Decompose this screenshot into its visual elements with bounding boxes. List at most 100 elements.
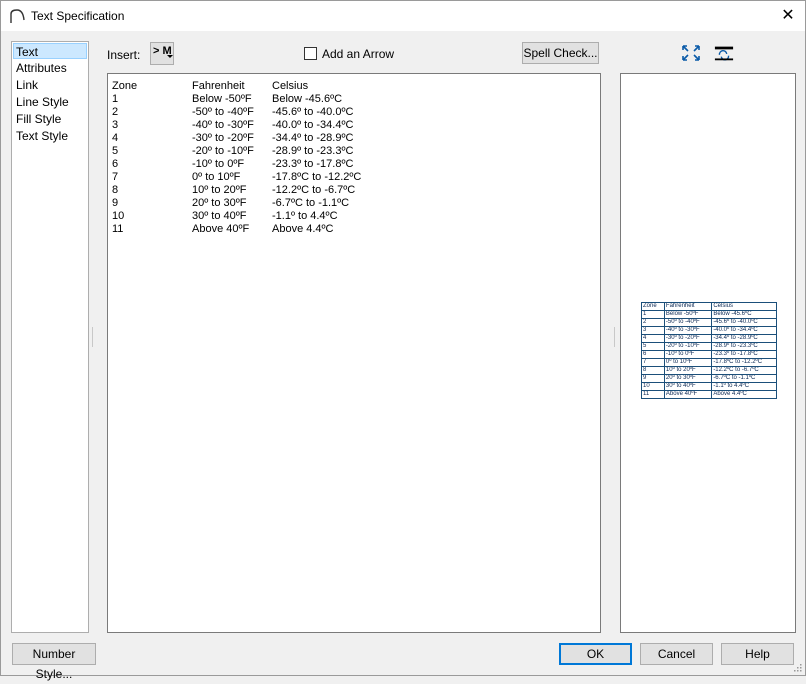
preview-zone-cell: 1 (641, 310, 665, 319)
add-arrow-checkbox[interactable] (304, 47, 317, 60)
celsius-cell: -1.1º to 4.4ºC (272, 210, 338, 222)
fahrenheit-cell: -30º to -20ºF (192, 132, 254, 144)
text-editor[interactable]: Zone Fahrenheit Celsius 1 Below -50ºF Below -… (107, 73, 601, 633)
preview-celsius-cell: -28.9º to -23.3ºC (711, 342, 777, 351)
celsius-cell: -45.6º to -40.0ºC (272, 106, 354, 118)
celsius-cell: -6.7ºC to -1.1ºC (272, 197, 350, 209)
preview-zone-cell: 4 (641, 334, 665, 343)
title-bar: Text Specification ✕ (1, 1, 805, 31)
insert-label: Insert: (107, 48, 141, 62)
celsius-cell: -17.8ºC to -12.2ºC (272, 171, 362, 183)
zone-cell: 1 (112, 93, 119, 105)
preview-zone-cell: 3 (641, 326, 665, 335)
fit-to-window-icon[interactable] (681, 44, 701, 62)
help-button[interactable]: Help (721, 643, 794, 665)
celsius-cell: -34.4º to -28.9ºC (272, 132, 354, 144)
preview-fahrenheit-cell: -40º to -30ºF (663, 326, 713, 335)
zone-cell: 6 (112, 158, 119, 170)
preview-fahrenheit-cell: 30º to 40ºF (663, 382, 713, 391)
ok-button[interactable]: OK (559, 643, 632, 665)
nav-item-text-style[interactable]: Text Style (14, 128, 88, 144)
preview-row: 8 10º to 20ºF -12.2ºC to -6.7ºC (641, 366, 777, 375)
celsius-cell: Celsius (272, 80, 309, 92)
preview-fahrenheit-cell: -50º to -40ºF (663, 318, 713, 327)
preview-celsius-cell: -34.4º to -28.9ºC (711, 334, 777, 343)
zone-cell: 4 (112, 132, 119, 144)
preview-row: 7 0º to 10ºF -17.8ºC to -12.2ºC (641, 358, 777, 367)
preview-celsius-cell: -1.1º to 4.4ºC (711, 382, 777, 391)
fahrenheit-cell: Below -50ºF (192, 93, 252, 105)
fahrenheit-cell: -20º to -10ºF (192, 145, 254, 157)
nav-item-fill-style[interactable]: Fill Style (14, 111, 88, 127)
right-splitter[interactable] (614, 327, 618, 347)
celsius-cell: -23.3º to -17.8ºC (272, 158, 354, 170)
fahrenheit-cell: 30º to 40ºF (192, 210, 247, 222)
zone-cell: 8 (112, 184, 119, 196)
preview-zone-cell: Zone (641, 302, 665, 311)
preview-row: 10 30º to 40ºF -1.1º to 4.4ºC (641, 382, 777, 391)
preview-celsius-cell: -45.6º to -40.0ºC (711, 318, 777, 327)
preview-table: Zone Fahrenheit Celsius 1 Below -50ºF Below -… (641, 302, 777, 399)
preview-fahrenheit-cell: 20º to 30ºF (663, 374, 713, 383)
preview-row: 3 -40º to -30ºF -40.0º to -34.4ºC (641, 326, 777, 335)
left-splitter[interactable] (92, 327, 96, 347)
celsius-cell: -12.2ºC to -6.7ºC (272, 184, 356, 196)
preview-celsius-cell: -12.2ºC to -6.7ºC (711, 366, 777, 375)
zone-cell: 3 (112, 119, 119, 131)
add-arrow-label[interactable]: Add an Arrow (322, 47, 394, 61)
preview-row: Zone Fahrenheit Celsius (641, 302, 777, 311)
zone-cell: 2 (112, 106, 119, 118)
preview-zone-cell: 8 (641, 366, 665, 375)
preview-fahrenheit-cell: Below -50ºF (663, 310, 713, 319)
zone-cell: 9 (112, 197, 119, 209)
preview-row: 1 Below -50ºF Below -45.6ºC (641, 310, 777, 319)
fahrenheit-cell: Fahrenheit (192, 80, 245, 92)
window-title: Text Specification (31, 9, 125, 23)
preview-zone-cell: 2 (641, 318, 665, 327)
preview-row: 6 -10º to 0ºF -23.3º to -17.8ºC (641, 350, 777, 359)
app-icon (10, 9, 25, 23)
preview-zone-cell: 5 (641, 342, 665, 351)
preview-celsius-cell: -40.0º to -34.4ºC (711, 326, 777, 335)
celsius-cell: Below -45.6ºC (272, 93, 343, 105)
preview-row: 4 -30º to -20ºF -34.4º to -28.9ºC (641, 334, 777, 343)
nav-item-attributes[interactable]: Attributes (14, 60, 88, 76)
fahrenheit-cell: Above 40ºF (192, 223, 250, 235)
nav-item-link[interactable]: Link (14, 77, 88, 93)
preview-fahrenheit-cell: Fahrenheit (663, 302, 713, 311)
preview-fahrenheit-cell: 0º to 10ºF (663, 358, 713, 367)
zone-cell: 10 (112, 210, 125, 222)
fahrenheit-cell: 20º to 30ºF (192, 197, 247, 209)
nav-item-line-style[interactable]: Line Style (14, 94, 88, 110)
preview-zone-cell: 9 (641, 374, 665, 383)
celsius-cell: Above 4.4ºC (272, 223, 334, 235)
number-style-button[interactable]: Number Style... (12, 643, 96, 681)
zone-cell: Zone (112, 80, 138, 92)
cancel-button[interactable]: Cancel (640, 643, 713, 665)
spell-check-button[interactable]: Spell Check... (522, 42, 599, 64)
preview-celsius-cell: Celsius (711, 302, 777, 311)
preview-row: 9 20º to 30ºF -6.7ºC to -1.1ºC (641, 374, 777, 383)
fahrenheit-cell: -10º to 0ºF (192, 158, 245, 170)
resize-grip-icon[interactable] (792, 662, 802, 672)
preview-pane: Zone Fahrenheit Celsius 1 Below -50ºF Below -… (620, 73, 796, 633)
nav-item-text[interactable]: Text (13, 43, 87, 59)
fahrenheit-cell: -50º to -40ºF (192, 106, 254, 118)
preview-zone-cell: 11 (641, 390, 665, 399)
preview-celsius-cell: -23.3º to -17.8ºC (711, 350, 777, 359)
fahrenheit-cell: 10º to 20ºF (192, 184, 247, 196)
preview-zone-cell: 7 (641, 358, 665, 367)
preview-zone-cell: 6 (641, 350, 665, 359)
fahrenheit-cell: 0º to 10ºF (192, 171, 241, 183)
text-specification-dialog: Text Specification ✕ Text Attributes Lin… (0, 0, 806, 681)
preview-fahrenheit-cell: 10º to 20ºF (663, 366, 713, 375)
insert-macro-button[interactable]: > M (150, 42, 174, 65)
preview-celsius-cell: -6.7ºC to -1.1ºC (711, 374, 777, 383)
close-icon[interactable]: ✕ (777, 5, 799, 27)
celsius-cell: -40.0º to -34.4ºC (272, 119, 354, 131)
preview-zone-cell: 10 (641, 382, 665, 391)
refresh-preview-icon[interactable] (714, 44, 734, 62)
preview-row: 2 -50º to -40ºF -45.6º to -40.0ºC (641, 318, 777, 327)
zone-cell: 11 (112, 223, 124, 235)
preview-celsius-cell: -17.8ºC to -12.2ºC (711, 358, 777, 367)
